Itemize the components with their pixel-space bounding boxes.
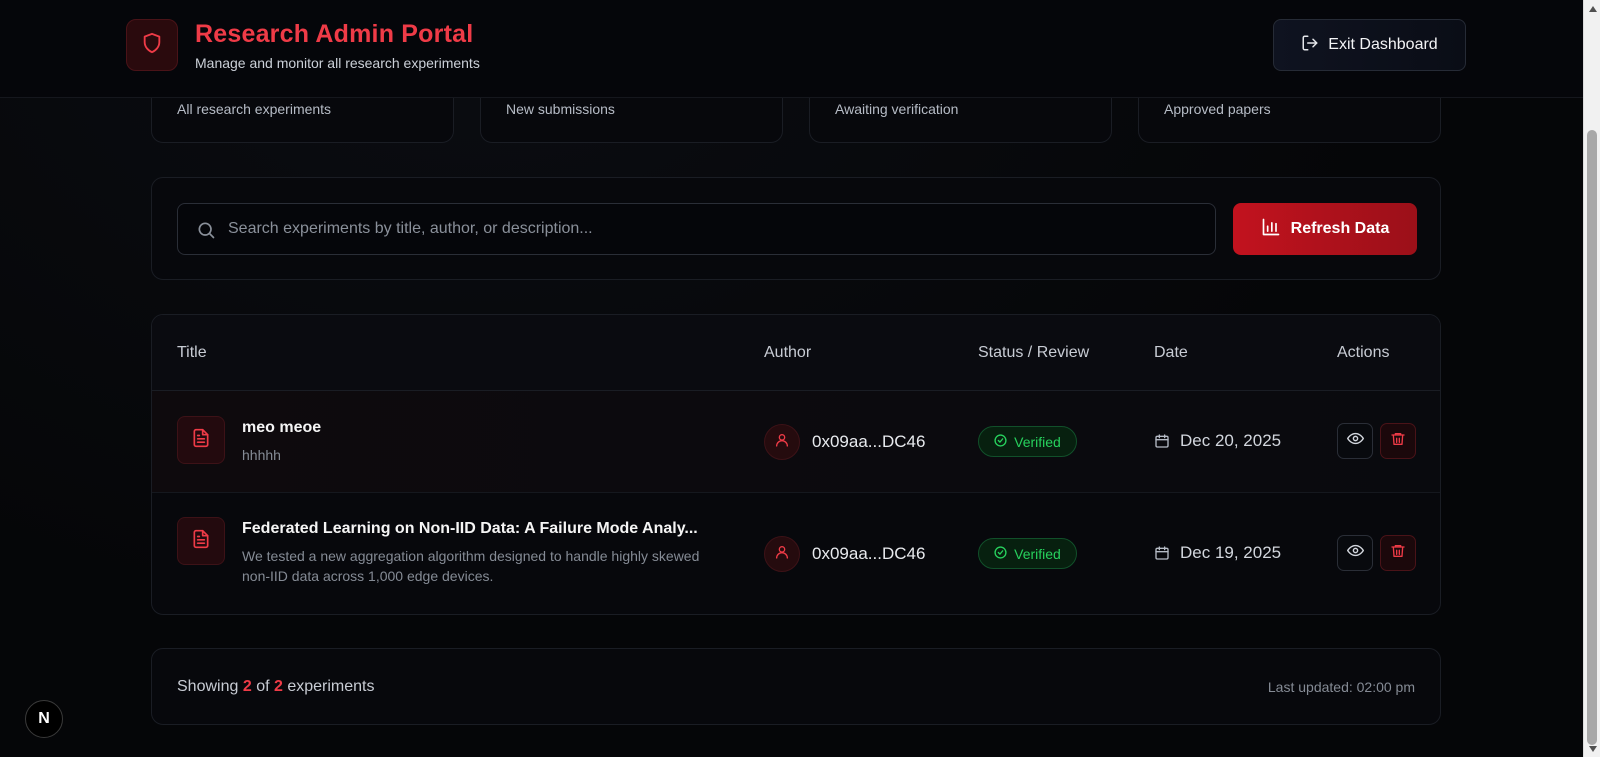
check-circle-icon [994, 545, 1007, 562]
eye-icon [1346, 542, 1364, 564]
app-subtitle: Manage and monitor all research experime… [195, 55, 480, 71]
calendar-icon [1154, 545, 1170, 566]
last-updated: Last updated: 02:00 pm [1267, 679, 1415, 695]
page-viewport: All research experiments New submissions… [0, 0, 1583, 757]
delete-button[interactable] [1380, 423, 1416, 459]
scroll-up-arrow-icon[interactable] [1584, 0, 1600, 17]
document-thumb [177, 517, 225, 565]
view-button[interactable] [1337, 535, 1373, 571]
status-label: Verified [1014, 545, 1061, 562]
check-circle-icon [994, 433, 1007, 450]
author-address: 0x09aa...DC46 [812, 432, 926, 451]
status-badge: Verified [978, 538, 1077, 569]
results-of: of [256, 678, 270, 695]
user-icon [774, 544, 790, 565]
trash-icon [1390, 431, 1406, 452]
stat-label: Awaiting verification [835, 101, 959, 117]
refresh-data-button[interactable]: Refresh Data [1233, 203, 1417, 255]
author-avatar [764, 424, 800, 460]
table-header: Title Author Status / Review Date Action… [152, 315, 1440, 391]
top-header: Research Admin Portal Manage and monitor… [0, 0, 1583, 98]
log-out-icon [1301, 34, 1319, 57]
search-box[interactable] [177, 203, 1216, 255]
search-icon [196, 220, 216, 245]
file-text-icon [191, 529, 211, 554]
column-header-status: Status / Review [978, 344, 1090, 361]
column-header-title: Title [177, 344, 207, 361]
experiment-description: hhhhh [242, 447, 281, 463]
experiments-table: Title Author Status / Review Date Action… [151, 314, 1441, 615]
stat-label: Approved papers [1164, 101, 1271, 117]
refresh-data-label: Refresh Data [1290, 220, 1390, 237]
dev-tools-letter: N [38, 710, 50, 727]
shield-icon [141, 31, 163, 60]
results-suffix: experiments [287, 678, 375, 695]
eye-icon [1346, 430, 1364, 452]
scroll-down-arrow-icon[interactable] [1584, 740, 1600, 757]
logo [126, 19, 178, 71]
column-header-actions: Actions [1337, 344, 1390, 361]
exit-dashboard-button[interactable]: Exit Dashboard [1273, 19, 1466, 71]
experiment-title[interactable]: Federated Learning on Non-IID Data: A Fa… [242, 520, 698, 538]
vertical-scrollbar[interactable] [1583, 0, 1600, 757]
search-panel: Refresh Data [151, 177, 1441, 280]
results-footer: Showing 2 of 2 experiments Last updated:… [151, 648, 1441, 725]
trash-icon [1390, 543, 1406, 564]
search-input[interactable] [228, 204, 1208, 254]
scrollbar-thumb[interactable] [1587, 130, 1597, 745]
column-header-date: Date [1154, 344, 1188, 361]
stat-label: All research experiments [177, 101, 332, 117]
exit-dashboard-label: Exit Dashboard [1328, 36, 1438, 53]
stat-label: New submissions [506, 101, 615, 117]
experiment-title[interactable]: meo meoe [242, 419, 321, 437]
total-count: 2 [273, 678, 283, 695]
experiment-date: Dec 20, 2025 [1180, 431, 1282, 450]
view-button[interactable] [1337, 423, 1373, 459]
table-row[interactable]: Federated Learning on Non-IID Data: A Fa… [152, 493, 1440, 614]
table-row[interactable]: meo meoe hhhhh 0x09aa...DC46 Verified De… [152, 391, 1440, 493]
calendar-icon [1154, 433, 1170, 454]
status-label: Verified [1014, 433, 1061, 450]
column-header-author: Author [764, 344, 812, 361]
shown-count: 2 [242, 678, 252, 695]
document-thumb [177, 416, 225, 464]
delete-button[interactable] [1380, 535, 1416, 571]
dev-tools-badge[interactable]: N [25, 700, 63, 738]
author-address: 0x09aa...DC46 [812, 544, 926, 563]
file-text-icon [191, 428, 211, 453]
results-count: Showing 2 of 2 experiments [177, 678, 375, 696]
experiment-date: Dec 19, 2025 [1180, 543, 1282, 562]
status-badge: Verified [978, 426, 1077, 457]
user-icon [774, 432, 790, 453]
results-prefix: Showing [177, 678, 239, 695]
app-title: Research Admin Portal [195, 20, 474, 48]
experiment-description: We tested a new aggregation algorithm de… [242, 548, 700, 584]
bar-chart-icon [1261, 217, 1281, 242]
author-avatar [764, 536, 800, 572]
